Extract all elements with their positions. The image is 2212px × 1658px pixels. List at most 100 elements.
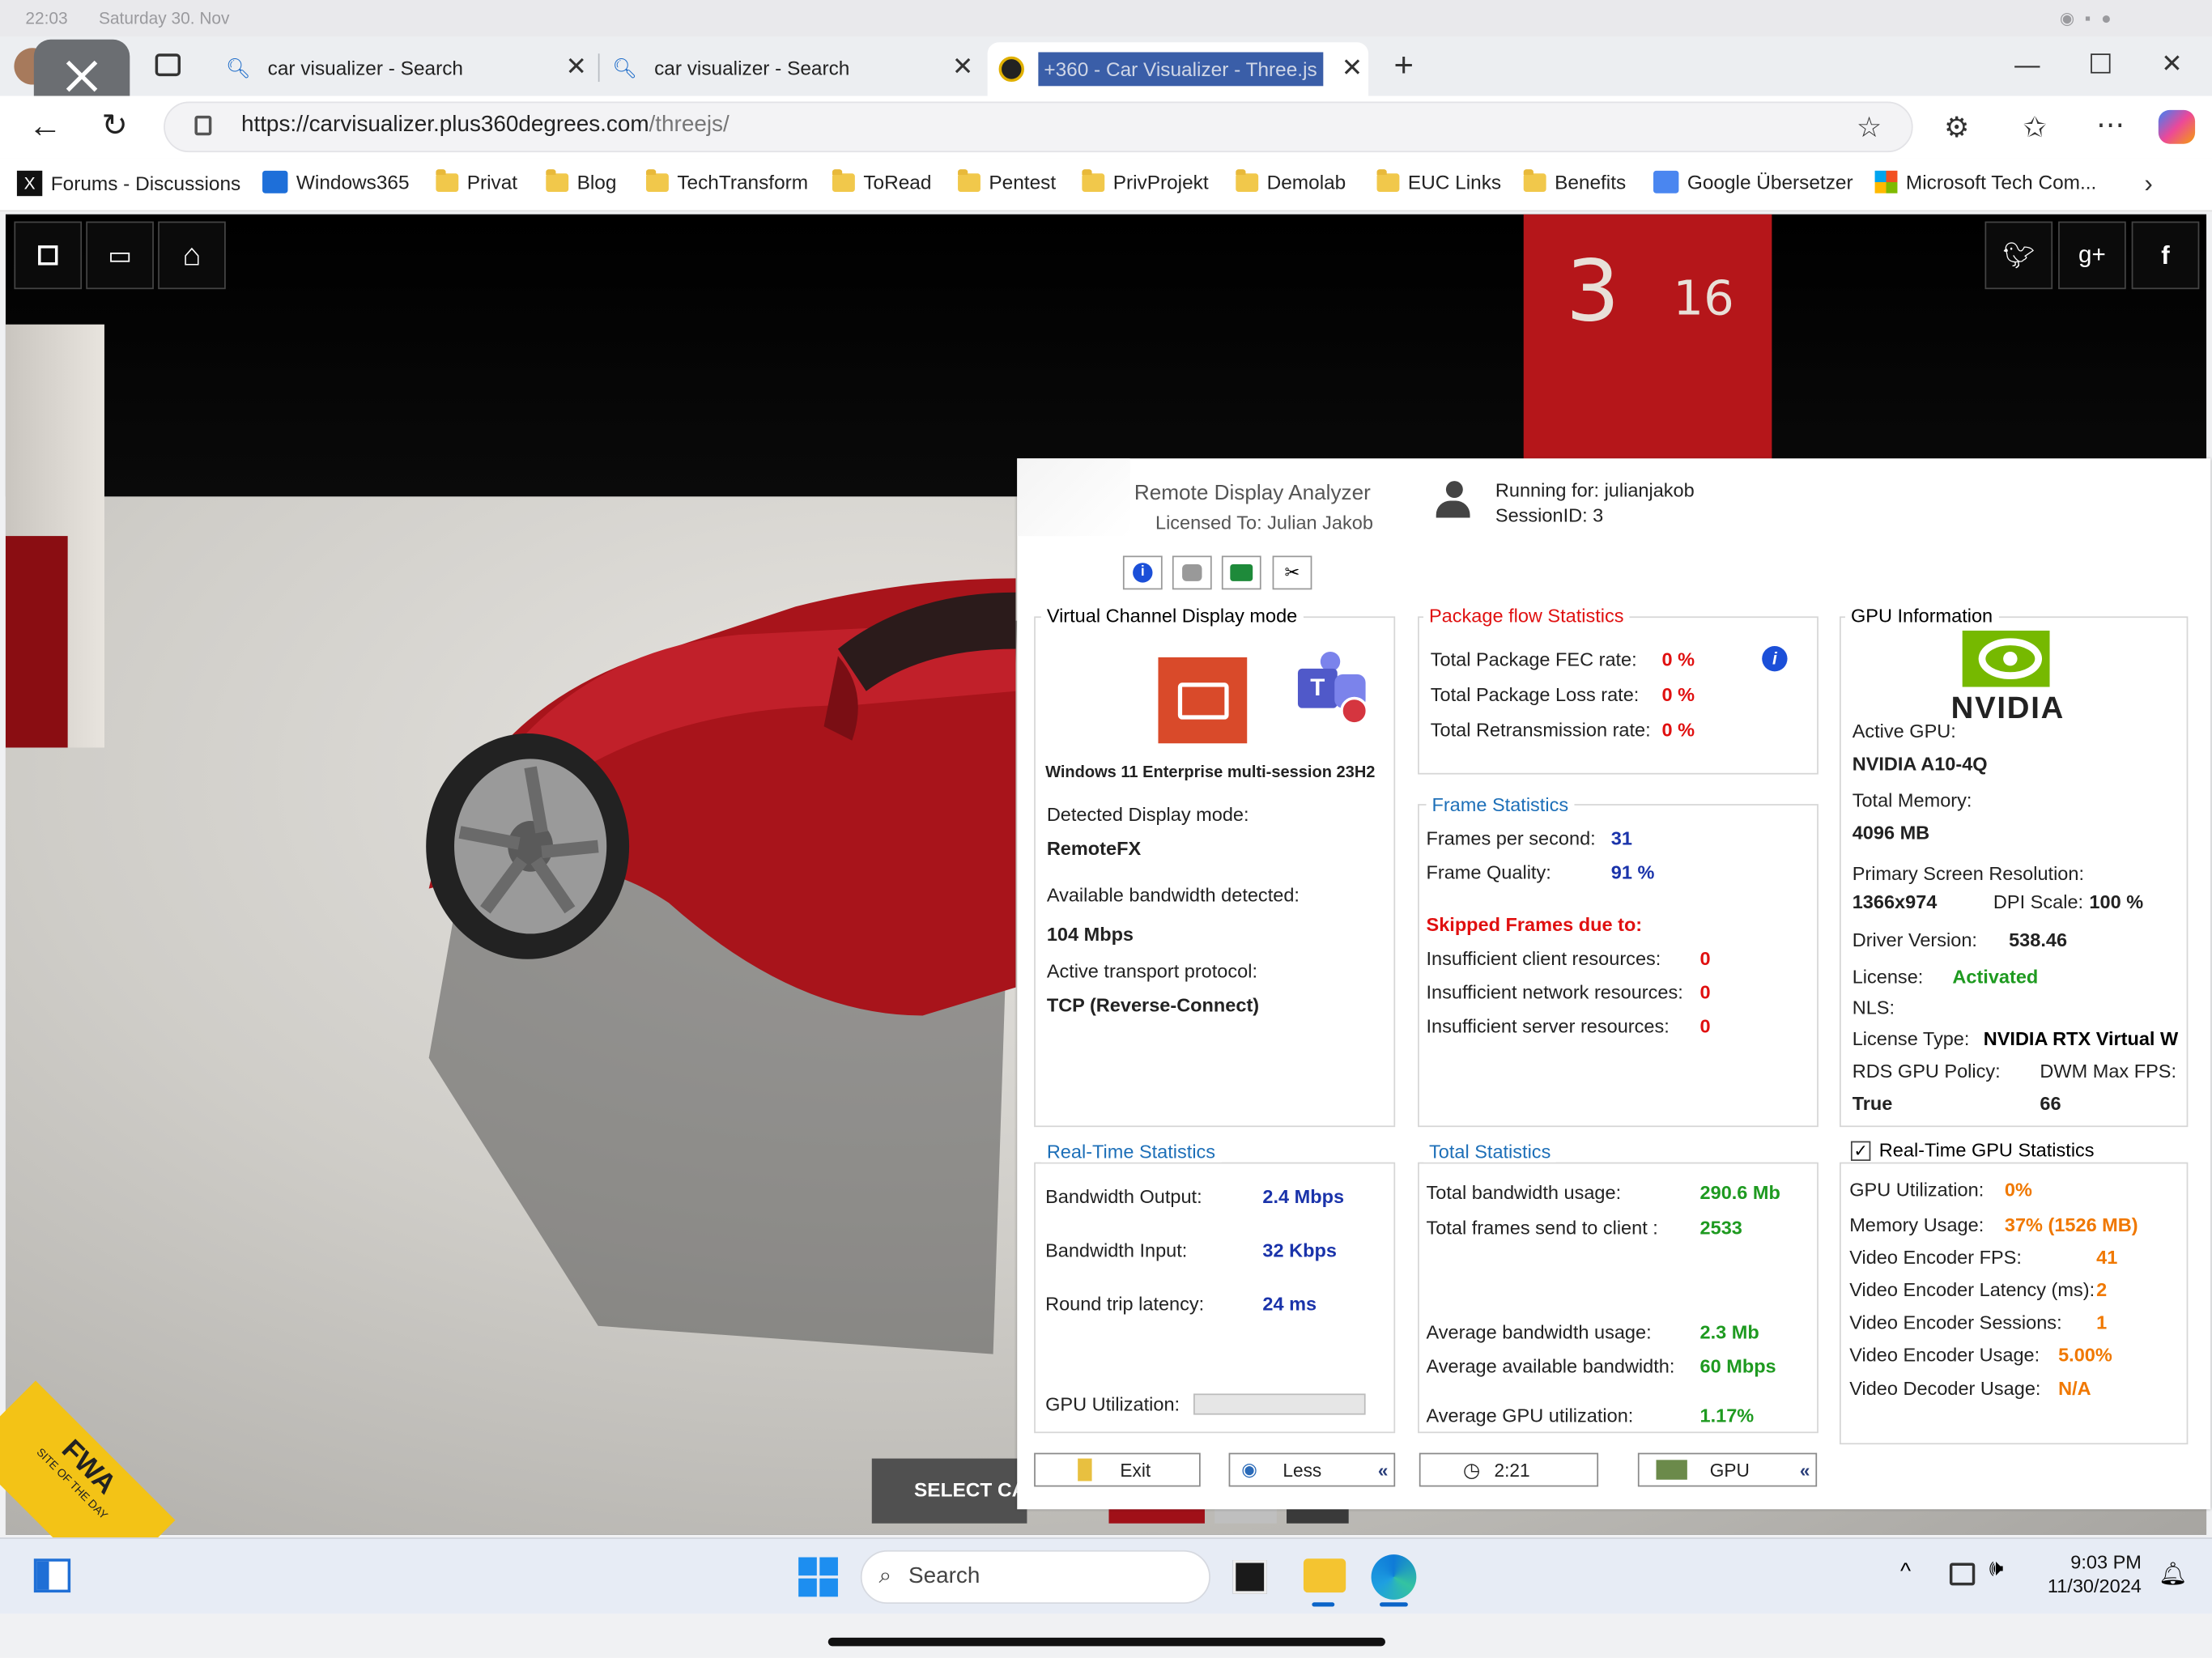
- tools-button[interactable]: ✂: [1272, 555, 1312, 590]
- bookmark-pentest[interactable]: Pentest: [958, 168, 1056, 193]
- bookmark-microsoft-tech[interactable]: Microsoft Tech Com...: [1874, 170, 2096, 193]
- bookmark-euc-links[interactable]: EUC Links: [1376, 168, 1501, 193]
- rds-gpu-policy-value: True: [1852, 1093, 1893, 1115]
- copilot-icon[interactable]: [2158, 109, 2196, 144]
- task-view-icon[interactable]: [1232, 1560, 1267, 1594]
- edge-icon[interactable]: [1371, 1554, 1417, 1600]
- rt-gpu-checkbox[interactable]: ✓: [1850, 1140, 1871, 1161]
- bookmark-google-uebersetzer[interactable]: Google Übersetzer: [1653, 170, 1853, 193]
- folder-icon: [832, 168, 855, 192]
- fec-label: Total Package FEC rate:: [1430, 648, 1637, 670]
- server-resources-label: Insufficient server resources:: [1426, 1015, 1670, 1037]
- rdp-logo-icon: [1158, 657, 1248, 744]
- volume-icon[interactable]: 🕪︎: [1989, 1558, 2004, 1583]
- avg-available-bandwidth-label: Average available bandwidth:: [1426, 1355, 1675, 1377]
- chevron-up-icon[interactable]: ^: [1900, 1560, 1911, 1585]
- new-tab-icon[interactable]: +: [1393, 46, 1413, 86]
- bookmark-benefits[interactable]: Benefits: [1523, 168, 1626, 193]
- bookmark-techtransform[interactable]: TechTransform: [645, 168, 808, 193]
- twitter-button[interactable]: 🐦︎: [1984, 221, 2053, 290]
- close-tab-icon[interactable]: ✕: [566, 52, 587, 82]
- video-camera-icon: ▭: [108, 240, 132, 269]
- multitask-dots[interactable]: [1089, 14, 1123, 19]
- transport-protocol-value: TCP (Reverse-Connect): [1046, 994, 1260, 1016]
- avg-bandwidth-value: 2.3 Mb: [1699, 1321, 1759, 1343]
- home-icon: ⌂: [182, 236, 202, 273]
- bookmark-forums[interactable]: X Forums - Discussions: [16, 170, 240, 197]
- start-button[interactable]: [798, 1557, 838, 1597]
- session-id: SessionID: 3: [1495, 504, 1604, 526]
- gpu-button[interactable]: GPU «: [1637, 1452, 1818, 1487]
- select-car-button[interactable]: SELECT CAR M: [871, 1458, 1027, 1524]
- google-plus-icon: g+: [2078, 240, 2106, 269]
- client-resources-value: 0: [1699, 947, 1711, 969]
- facebook-icon: f: [2161, 240, 2170, 269]
- tab-actions-icon[interactable]: [155, 53, 181, 77]
- info-button[interactable]: i: [1122, 555, 1163, 590]
- url-text[interactable]: https://carvisualizer.plus360degrees.com…: [241, 113, 730, 138]
- google-translate-icon: [1653, 170, 1679, 193]
- close-tab-icon[interactable]: ✕: [952, 52, 973, 82]
- bookmark-privprojekt[interactable]: PrivProjekt: [1082, 168, 1209, 193]
- restore-icon[interactable]: [2091, 53, 2111, 74]
- back-icon[interactable]: ←: [28, 107, 62, 147]
- window-close-icon[interactable]: ✕: [2161, 49, 2182, 79]
- taskbar-clock[interactable]: 9:03 PM 11/30/2024: [2045, 1552, 2142, 1597]
- more-icon[interactable]: ⋯: [2096, 107, 2125, 142]
- license-type-label: License Type:: [1852, 1028, 1970, 1050]
- bookmark-privat[interactable]: Privat: [436, 168, 517, 193]
- fullscreen-button[interactable]: [14, 221, 83, 290]
- tab-search-1[interactable]: 🔍︎ car visualizer - Search ✕: [215, 48, 593, 87]
- app-logo-watermark: [1017, 458, 1130, 537]
- home-button[interactable]: ⌂: [158, 221, 226, 290]
- screen-resolution-value: 1366x974: [1852, 891, 1938, 913]
- less-button[interactable]: ◉ Less «: [1228, 1452, 1396, 1487]
- loss-value: 0 %: [1661, 684, 1695, 706]
- timer-button[interactable]: ◷ 2:21: [1419, 1452, 1599, 1487]
- tab-search-2[interactable]: 🔍︎ car visualizer - Search ✕: [601, 48, 979, 87]
- settings-button[interactable]: [1172, 555, 1212, 590]
- bookmark-toread[interactable]: ToRead: [832, 168, 931, 193]
- bookmark-blog[interactable]: Blog: [546, 168, 616, 193]
- rt-gpu-title: Real-Time GPU Statistics: [1878, 1139, 2095, 1161]
- info-icon[interactable]: i: [1762, 645, 1788, 672]
- file-explorer-icon[interactable]: [1303, 1558, 1346, 1593]
- total-bandwidth-value: 290.6 Mb: [1699, 1182, 1780, 1204]
- fullscreen-icon: [38, 245, 58, 266]
- eye-icon: ◉: [1241, 1458, 1258, 1480]
- home-indicator[interactable]: [827, 1637, 1385, 1647]
- bookmark-windows365[interactable]: Windows365: [262, 170, 410, 193]
- facebook-button[interactable]: f: [2131, 221, 2200, 290]
- widgets-icon[interactable]: [33, 1558, 71, 1593]
- tab-car-visualizer[interactable]: +360 - Car Visualizer - Three.js ✕: [987, 42, 1369, 96]
- screenshot-button[interactable]: [1221, 555, 1261, 590]
- nls-label: NLS:: [1852, 997, 1895, 1018]
- favorites-icon[interactable]: ✩: [2023, 110, 2047, 146]
- dwm-max-fps-value: 66: [2040, 1093, 2061, 1115]
- tab-separator: [598, 53, 600, 83]
- network-icon[interactable]: [1949, 1562, 1976, 1586]
- decoder-usage-value: N/A: [2058, 1378, 2091, 1400]
- close-tab-icon[interactable]: ✕: [1342, 53, 1363, 83]
- avg-gpu-value: 1.17%: [1699, 1405, 1755, 1426]
- taskbar-search[interactable]: ⌕ Search: [860, 1550, 1210, 1605]
- google-plus-button[interactable]: g+: [2058, 221, 2126, 290]
- x-logo-icon: X: [16, 170, 43, 197]
- extensions-icon[interactable]: ⚙: [1944, 110, 1969, 146]
- avg-gpu-label: Average GPU utilization:: [1426, 1405, 1634, 1426]
- lock-icon[interactable]: [194, 115, 212, 136]
- reload-icon[interactable]: ↻: [101, 107, 127, 143]
- favorite-star-icon[interactable]: ☆: [1857, 110, 1882, 146]
- bookmark-demolab[interactable]: Demolab: [1236, 168, 1346, 193]
- notification-bell-icon[interactable]: 🔔︎: [2159, 1560, 2187, 1588]
- total-frames-label: Total frames send to client :: [1426, 1217, 1658, 1239]
- minimize-icon[interactable]: —: [2014, 51, 2040, 81]
- avg-available-bandwidth-value: 60 Mbps: [1699, 1355, 1776, 1377]
- chevron-right-icon[interactable]: ›: [2144, 169, 2152, 199]
- exit-button[interactable]: Exit: [1034, 1452, 1201, 1487]
- car-render: [426, 578, 1018, 1354]
- tab-title: car visualizer - Search: [267, 56, 463, 79]
- camera-button[interactable]: ▭: [86, 221, 154, 290]
- folder-icon: [546, 168, 569, 192]
- fec-value: 0 %: [1661, 648, 1695, 670]
